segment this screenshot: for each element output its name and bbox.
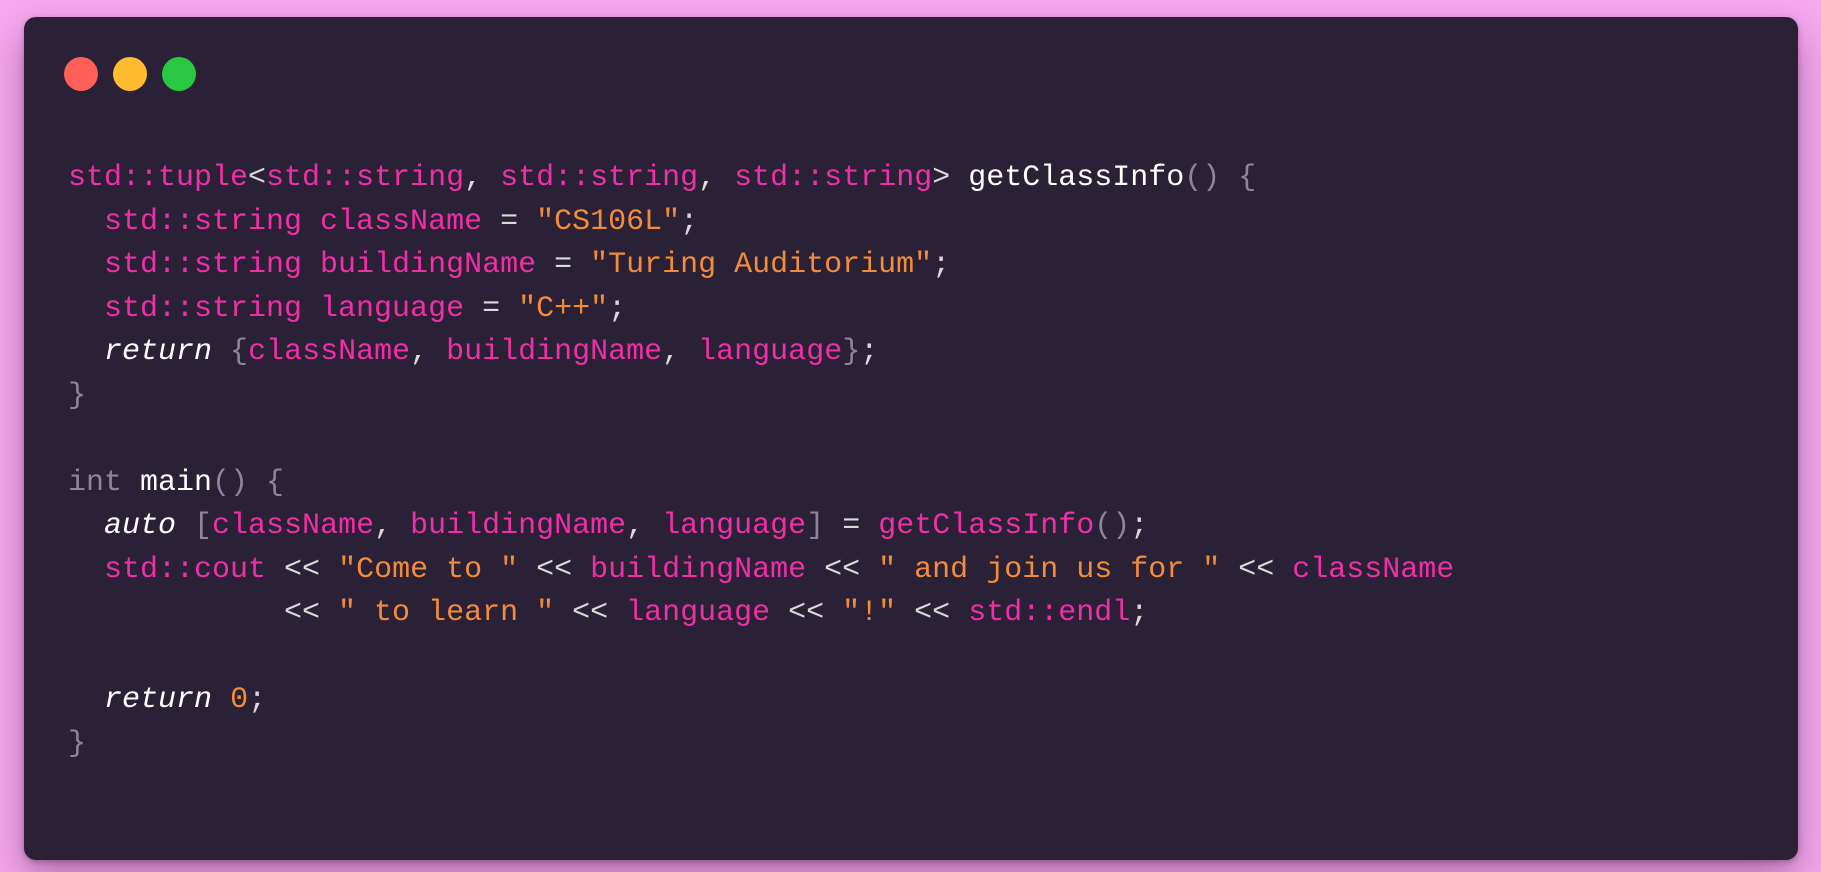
code-token: buildingName: [590, 552, 807, 587]
code-token: "!": [842, 596, 897, 630]
code-token: "Come to ": [338, 552, 519, 587]
code-token: =: [482, 204, 537, 239]
code-line: std::tuple<std::string, std::string, std…: [68, 157, 1454, 201]
code-token: " to learn ": [338, 596, 555, 630]
code-token: return: [104, 683, 213, 717]
code-window: std::tuple<std::string, std::string, std…: [24, 17, 1798, 860]
code-token: {: [212, 335, 249, 369]
code-token: <<: [770, 596, 843, 630]
code-token: buildingName: [320, 248, 537, 282]
code-token: ;: [1130, 509, 1149, 543]
code-token: ;: [1130, 596, 1149, 630]
code-token: "C++": [518, 291, 609, 326]
code-token: <<: [896, 596, 969, 630]
code-token: className: [1292, 552, 1455, 587]
code-token: className: [320, 204, 483, 239]
close-button[interactable]: [64, 57, 98, 91]
code-line: std::cout << "Come to " << buildingName …: [68, 549, 1454, 593]
code-token: ,: [374, 509, 411, 543]
code-token: std::string: [68, 291, 321, 326]
code-token: int: [68, 465, 141, 500]
code-token: (): [1094, 509, 1131, 543]
code-token: 0: [230, 683, 249, 717]
code-line: int main() {: [68, 462, 1454, 506]
code-token: return: [104, 335, 213, 369]
code-token: =: [824, 509, 879, 543]
code-token: " and join us for ": [878, 552, 1221, 587]
code-token: ,: [464, 161, 501, 195]
code-token: "CS106L": [536, 204, 681, 239]
code-token: <<: [266, 552, 339, 587]
code-block: std::tuple<std::string, std::string, std…: [68, 157, 1454, 766]
code-token: language: [626, 596, 771, 630]
code-token: ;: [860, 335, 879, 369]
code-token: <<: [806, 552, 879, 587]
code-token: <<: [68, 596, 339, 630]
code-token: language: [662, 509, 807, 543]
code-token: ,: [410, 335, 447, 369]
code-line: std::string className = "CS106L";: [68, 201, 1454, 245]
code-token: "Turing Auditorium": [590, 248, 933, 282]
minimize-button[interactable]: [113, 57, 147, 91]
code-token: language: [320, 291, 465, 326]
code-token: }: [842, 335, 861, 369]
code-line: std::string buildingName = "Turing Audit…: [68, 244, 1454, 288]
code-token: std::endl: [968, 596, 1131, 630]
code-token: () {: [212, 465, 285, 500]
code-line: }: [68, 723, 1454, 767]
code-token: ,: [662, 335, 699, 369]
code-token: ;: [608, 291, 627, 326]
code-token: std::tuple: [68, 161, 249, 195]
code-token: =: [464, 291, 519, 326]
window-controls: [64, 57, 196, 91]
code-line: return {className, buildingName, languag…: [68, 331, 1454, 375]
code-token: [: [176, 509, 213, 543]
code-token: <<: [518, 552, 591, 587]
code-line: << " to learn " << language << "!" << st…: [68, 592, 1454, 636]
code-token: getClassInfo: [968, 161, 1185, 195]
code-line: std::string language = "C++";: [68, 288, 1454, 332]
code-line: auto [className, buildingName, language]…: [68, 505, 1454, 549]
code-token: className: [212, 509, 375, 543]
code-token: buildingName: [446, 335, 663, 369]
code-token: >: [932, 161, 969, 195]
code-token: auto: [104, 509, 177, 543]
code-token: ;: [680, 204, 699, 239]
code-token: className: [248, 335, 411, 369]
code-token: <: [248, 161, 267, 195]
code-token: <<: [554, 596, 627, 630]
code-token: ;: [932, 248, 951, 282]
code-line: return 0;: [68, 679, 1454, 723]
code-line: }: [68, 375, 1454, 419]
code-token: <<: [1220, 552, 1293, 587]
code-token: }: [68, 378, 87, 413]
code-token: buildingName: [410, 509, 627, 543]
code-token: std::string: [68, 204, 321, 239]
code-token: =: [536, 248, 591, 282]
code-token: getClassInfo: [878, 509, 1095, 543]
code-token: ]: [806, 509, 825, 543]
zoom-button[interactable]: [162, 57, 196, 91]
code-token: std::string: [266, 161, 465, 195]
code-token: std::string: [68, 248, 321, 282]
code-token: std::cout: [68, 552, 267, 587]
code-token: }: [68, 726, 87, 761]
code-token: () {: [1184, 161, 1257, 195]
code-token: main: [140, 465, 213, 500]
code-token: language: [698, 335, 843, 369]
code-token: ,: [626, 509, 663, 543]
code-token: ,: [698, 161, 735, 195]
code-token: ;: [248, 683, 267, 717]
code-token: std::string: [500, 161, 699, 195]
code-token: std::string: [734, 161, 933, 195]
